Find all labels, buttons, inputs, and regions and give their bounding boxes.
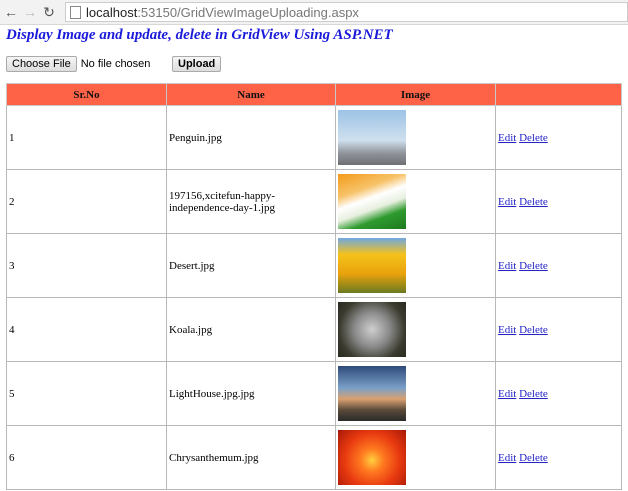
cell-srno: 4 — [6, 297, 167, 362]
thumbnail-image — [338, 366, 406, 421]
thumbnail-image — [338, 110, 406, 165]
edit-link[interactable]: Edit — [498, 196, 516, 208]
cell-image — [335, 169, 496, 234]
edit-link[interactable]: Edit — [498, 452, 516, 464]
cell-name: Chrysanthemum.jpg — [166, 425, 336, 490]
thumbnail-image — [338, 302, 406, 357]
cell-name: Desert.jpg — [166, 233, 336, 298]
delete-link[interactable]: Delete — [519, 324, 548, 336]
table-row: 3 Desert.jpg Edit Delete — [6, 233, 622, 298]
cell-name: LightHouse.jpg.jpg — [166, 361, 336, 426]
delete-link[interactable]: Delete — [519, 260, 548, 272]
cell-actions: Edit Delete — [495, 425, 622, 490]
header-actions — [495, 83, 622, 106]
header-srno: Sr.No — [6, 83, 167, 106]
url-host: localhost — [86, 4, 138, 20]
file-status: No file chosen — [80, 58, 151, 70]
cell-srno: 1 — [6, 105, 167, 170]
image-grid: Sr.No Name Image 1 Penguin.jpg Edit Dele… — [6, 83, 622, 490]
cell-actions: Edit Delete — [495, 233, 622, 298]
table-row: 2 197156,xcitefun-happy-independence-day… — [6, 169, 622, 234]
cell-actions: Edit Delete — [495, 105, 622, 170]
cell-srno: 2 — [6, 169, 167, 234]
edit-link[interactable]: Edit — [498, 324, 516, 336]
reload-icon[interactable]: ↻ — [41, 4, 57, 21]
choose-file-button[interactable]: Choose File — [6, 56, 77, 72]
cell-image — [335, 233, 496, 298]
cell-name: Koala.jpg — [166, 297, 336, 362]
table-row: 1 Penguin.jpg Edit Delete — [6, 105, 622, 170]
back-icon[interactable]: ← — [3, 4, 19, 20]
forward-icon[interactable]: → — [22, 4, 38, 20]
cell-actions: Edit Delete — [495, 361, 622, 426]
cell-name: Penguin.jpg — [166, 105, 336, 170]
delete-link[interactable]: Delete — [519, 196, 548, 208]
page-title: Display Image and update, delete in Grid… — [6, 27, 393, 43]
delete-link[interactable]: Delete — [519, 388, 548, 400]
cell-image — [335, 361, 496, 426]
thumbnail-image — [338, 238, 406, 293]
address-bar[interactable]: localhost:53150/GridViewImageUploading.a… — [65, 2, 628, 22]
table-row: 5 LightHouse.jpg.jpg Edit Delete — [6, 361, 622, 426]
table-row: 4 Koala.jpg Edit Delete — [6, 297, 622, 362]
edit-link[interactable]: Edit — [498, 260, 516, 272]
cell-srno: 5 — [6, 361, 167, 426]
edit-link[interactable]: Edit — [498, 388, 516, 400]
cell-name: 197156,xcitefun-happy-independence-day-1… — [166, 169, 336, 234]
edit-link[interactable]: Edit — [498, 132, 516, 144]
page-icon — [70, 5, 81, 19]
file-upload: Choose File No file chosen — [6, 56, 150, 72]
upload-button[interactable]: Upload — [172, 56, 222, 72]
table-row: 6 Chrysanthemum.jpg Edit Delete — [6, 425, 622, 490]
cell-image — [335, 297, 496, 362]
cell-actions: Edit Delete — [495, 297, 622, 362]
cell-srno: 3 — [6, 233, 167, 298]
cell-image — [335, 425, 496, 490]
delete-link[interactable]: Delete — [519, 452, 548, 464]
header-name: Name — [166, 83, 336, 106]
thumbnail-image — [338, 430, 406, 485]
url-path: :53150/GridViewImageUploading.aspx — [137, 4, 359, 20]
thumbnail-image — [338, 174, 406, 229]
cell-image — [335, 105, 496, 170]
delete-link[interactable]: Delete — [519, 132, 548, 144]
header-row: Sr.No Name Image — [6, 83, 622, 106]
cell-srno: 6 — [6, 425, 167, 490]
browser-toolbar: ← → ↻ localhost:53150/GridViewImageUploa… — [0, 0, 628, 25]
cell-actions: Edit Delete — [495, 169, 622, 234]
header-image: Image — [335, 83, 496, 106]
